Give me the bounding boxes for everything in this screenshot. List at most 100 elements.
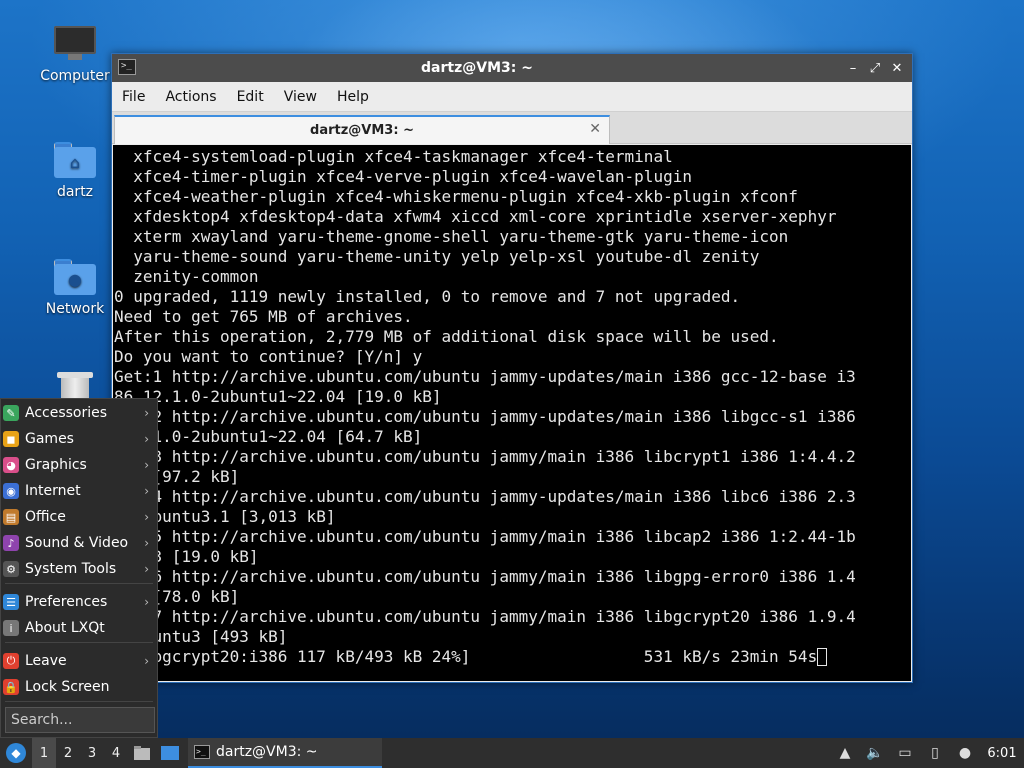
desktop-icon-label: dartz: [56, 184, 94, 200]
menu-item-sound-video[interactable]: ♪ Sound & Video ›: [1, 530, 157, 556]
tray-updates-icon[interactable]: ▲: [830, 738, 860, 768]
menu-item-label: Internet: [25, 483, 81, 499]
clock[interactable]: 6:01: [980, 746, 1024, 761]
menu-item-label: Preferences: [25, 594, 108, 610]
office-icon: ▤: [3, 509, 19, 525]
chevron-right-icon: ›: [144, 654, 149, 668]
terminal-app-icon: >_: [118, 59, 136, 75]
terminal-tab[interactable]: dartz@VM3: ~ ✕: [114, 115, 610, 144]
terminal-line: 0 upgraded, 1119 newly installed, 0 to r…: [114, 287, 741, 306]
menu-item-label: Leave: [25, 653, 67, 669]
workspace-3[interactable]: 3: [80, 738, 104, 768]
chevron-right-icon: ›: [144, 536, 149, 550]
terminal-line: Get:4 http://archive.ubuntu.com/ubuntu j…: [114, 487, 856, 506]
terminal-line: xfce4-timer-plugin xfce4-verve-plugin xf…: [114, 167, 692, 186]
desktop-icon-label: Computer: [40, 68, 110, 84]
menu-search-input[interactable]: Search...: [5, 707, 155, 733]
taskbar: ◆ 1 2 3 4 >_ dartz@VM3: ~ ▲ 🔈 ▭ ▯ ● 6:01: [0, 738, 1024, 768]
lxqt-logo-icon: ◆: [6, 743, 26, 763]
terminal-line: xfdesktop4 xfdesktop4-data xfwm4 xiccd x…: [114, 207, 837, 226]
preferences-icon: ☰: [3, 594, 19, 610]
terminal-line: 7-4 [97.2 kB]: [114, 467, 240, 486]
tab-close-icon[interactable]: ✕: [589, 121, 601, 137]
volume-icon[interactable]: 🔈: [860, 738, 890, 768]
terminal-line: 3-3 [78.0 kB]: [114, 587, 240, 606]
maximize-button[interactable]: ⤢: [864, 61, 886, 76]
chevron-right-icon: ›: [144, 432, 149, 446]
terminal-line: Get:1 http://archive.ubuntu.com/ubuntu j…: [114, 367, 856, 386]
desktop-icon-computer[interactable]: Computer: [35, 26, 115, 84]
accessories-icon: ✎: [3, 405, 19, 421]
menu-item-graphics[interactable]: ◕ Graphics ›: [1, 452, 157, 478]
tab-label: dartz@VM3: ~: [310, 123, 414, 138]
menu-view[interactable]: View: [274, 89, 327, 105]
menu-item-about-lxqt[interactable]: i About LXQt: [1, 615, 157, 641]
menu-item-leave[interactable]: ⏻ Leave ›: [1, 648, 157, 674]
chevron-right-icon: ›: [144, 458, 149, 472]
menu-item-games[interactable]: ◼ Games ›: [1, 426, 157, 452]
terminal-output[interactable]: xfce4-systemload-plugin xfce4-taskmanage…: [113, 145, 911, 681]
home-folder-icon: ⌂: [54, 142, 96, 178]
chevron-right-icon: ›: [144, 510, 149, 524]
desktop-icon: [161, 746, 179, 760]
workspace-1[interactable]: 1: [32, 738, 56, 768]
terminal-line: Get:5 http://archive.ubuntu.com/ubuntu j…: [114, 527, 856, 546]
desktop-icon-label: Network: [45, 301, 105, 317]
menu-actions[interactable]: Actions: [155, 89, 226, 105]
clipboard-icon[interactable]: ▯: [920, 738, 950, 768]
workspace-2[interactable]: 2: [56, 738, 80, 768]
terminal-line: xterm xwayland yaru-theme-gnome-shell ya…: [114, 227, 789, 246]
terminal-line: 12.1.0-2ubuntu1~22.04 [64.7 kB]: [114, 427, 423, 446]
chevron-right-icon: ›: [144, 484, 149, 498]
terminal-line: Get:3 http://archive.ubuntu.com/ubuntu j…: [114, 447, 856, 466]
lock-icon: 🔒: [3, 679, 19, 695]
show-desktop-button[interactable]: [156, 738, 184, 768]
terminal-line: 7 libgcrypt20:i386 117 kB/493 kB 24%] 53…: [113, 647, 911, 667]
terminal-line: xfce4-weather-plugin xfce4-whiskermenu-p…: [114, 187, 798, 206]
menu-item-label: Lock Screen: [25, 679, 110, 695]
menu-help[interactable]: Help: [327, 89, 379, 105]
terminal-line: Get:6 http://archive.ubuntu.com/ubuntu j…: [114, 567, 856, 586]
network-icon[interactable]: ▭: [890, 738, 920, 768]
window-titlebar[interactable]: >_ dartz@VM3: ~ – ⤢ ✕: [112, 54, 912, 82]
terminal-line: yaru-theme-sound yaru-theme-unity yelp y…: [114, 247, 760, 266]
menu-item-system-tools[interactable]: ⚙ System Tools ›: [1, 556, 157, 582]
chevron-right-icon: ›: [144, 406, 149, 420]
menu-item-office[interactable]: ▤ Office ›: [1, 504, 157, 530]
terminal-line: -3ubuntu3 [493 kB]: [114, 627, 288, 646]
workspace-4[interactable]: 4: [104, 738, 128, 768]
terminal-cursor: [817, 648, 828, 666]
sound-video-icon: ♪: [3, 535, 19, 551]
menu-item-lock-screen[interactable]: 🔒 Lock Screen: [1, 674, 157, 700]
system-tray: ▲ 🔈 ▭ ▯ ● 6:01: [830, 738, 1024, 768]
about-icon: i: [3, 620, 19, 636]
desktop-icon-network[interactable]: ● Network: [35, 259, 115, 317]
terminal-line: Need to get 765 MB of archives.: [114, 307, 413, 326]
menu-file[interactable]: File: [112, 89, 155, 105]
menu-item-label: Accessories: [25, 405, 108, 421]
menu-item-accessories[interactable]: ✎ Accessories ›: [1, 400, 157, 426]
file-manager-launcher[interactable]: [128, 738, 156, 768]
start-button[interactable]: ◆: [0, 738, 32, 768]
terminal-line: Do you want to continue? [Y/n] y: [114, 347, 423, 366]
terminal-line: Get:7 http://archive.ubuntu.com/ubuntu j…: [114, 607, 856, 626]
graphics-icon: ◕: [3, 457, 19, 473]
menu-item-preferences[interactable]: ☰ Preferences ›: [1, 589, 157, 615]
menu-edit[interactable]: Edit: [227, 89, 274, 105]
desktop-icon-home[interactable]: ⌂ dartz: [35, 142, 115, 200]
file-manager-icon: [134, 746, 150, 760]
terminal-line: 86 12.1.0-2ubuntu1~22.04 [19.0 kB]: [114, 387, 442, 406]
minimize-button[interactable]: –: [842, 61, 864, 76]
leave-icon: ⏻: [3, 653, 19, 669]
terminal-line: After this operation, 2,779 MB of additi…: [114, 327, 779, 346]
taskbar-terminal-task[interactable]: >_ dartz@VM3: ~: [188, 738, 382, 768]
terminal-line: Get:2 http://archive.ubuntu.com/ubuntu j…: [114, 407, 856, 426]
notification-icon[interactable]: ●: [950, 738, 980, 768]
terminal-line: xfce4-systemload-plugin xfce4-taskmanage…: [114, 147, 673, 166]
menu-separator: [5, 583, 153, 584]
menu-item-label: Office: [25, 509, 66, 525]
close-button[interactable]: ✕: [886, 61, 908, 76]
system-tools-icon: ⚙: [3, 561, 19, 577]
menu-item-internet[interactable]: ◉ Internet ›: [1, 478, 157, 504]
terminal-task-icon: >_: [194, 745, 210, 759]
